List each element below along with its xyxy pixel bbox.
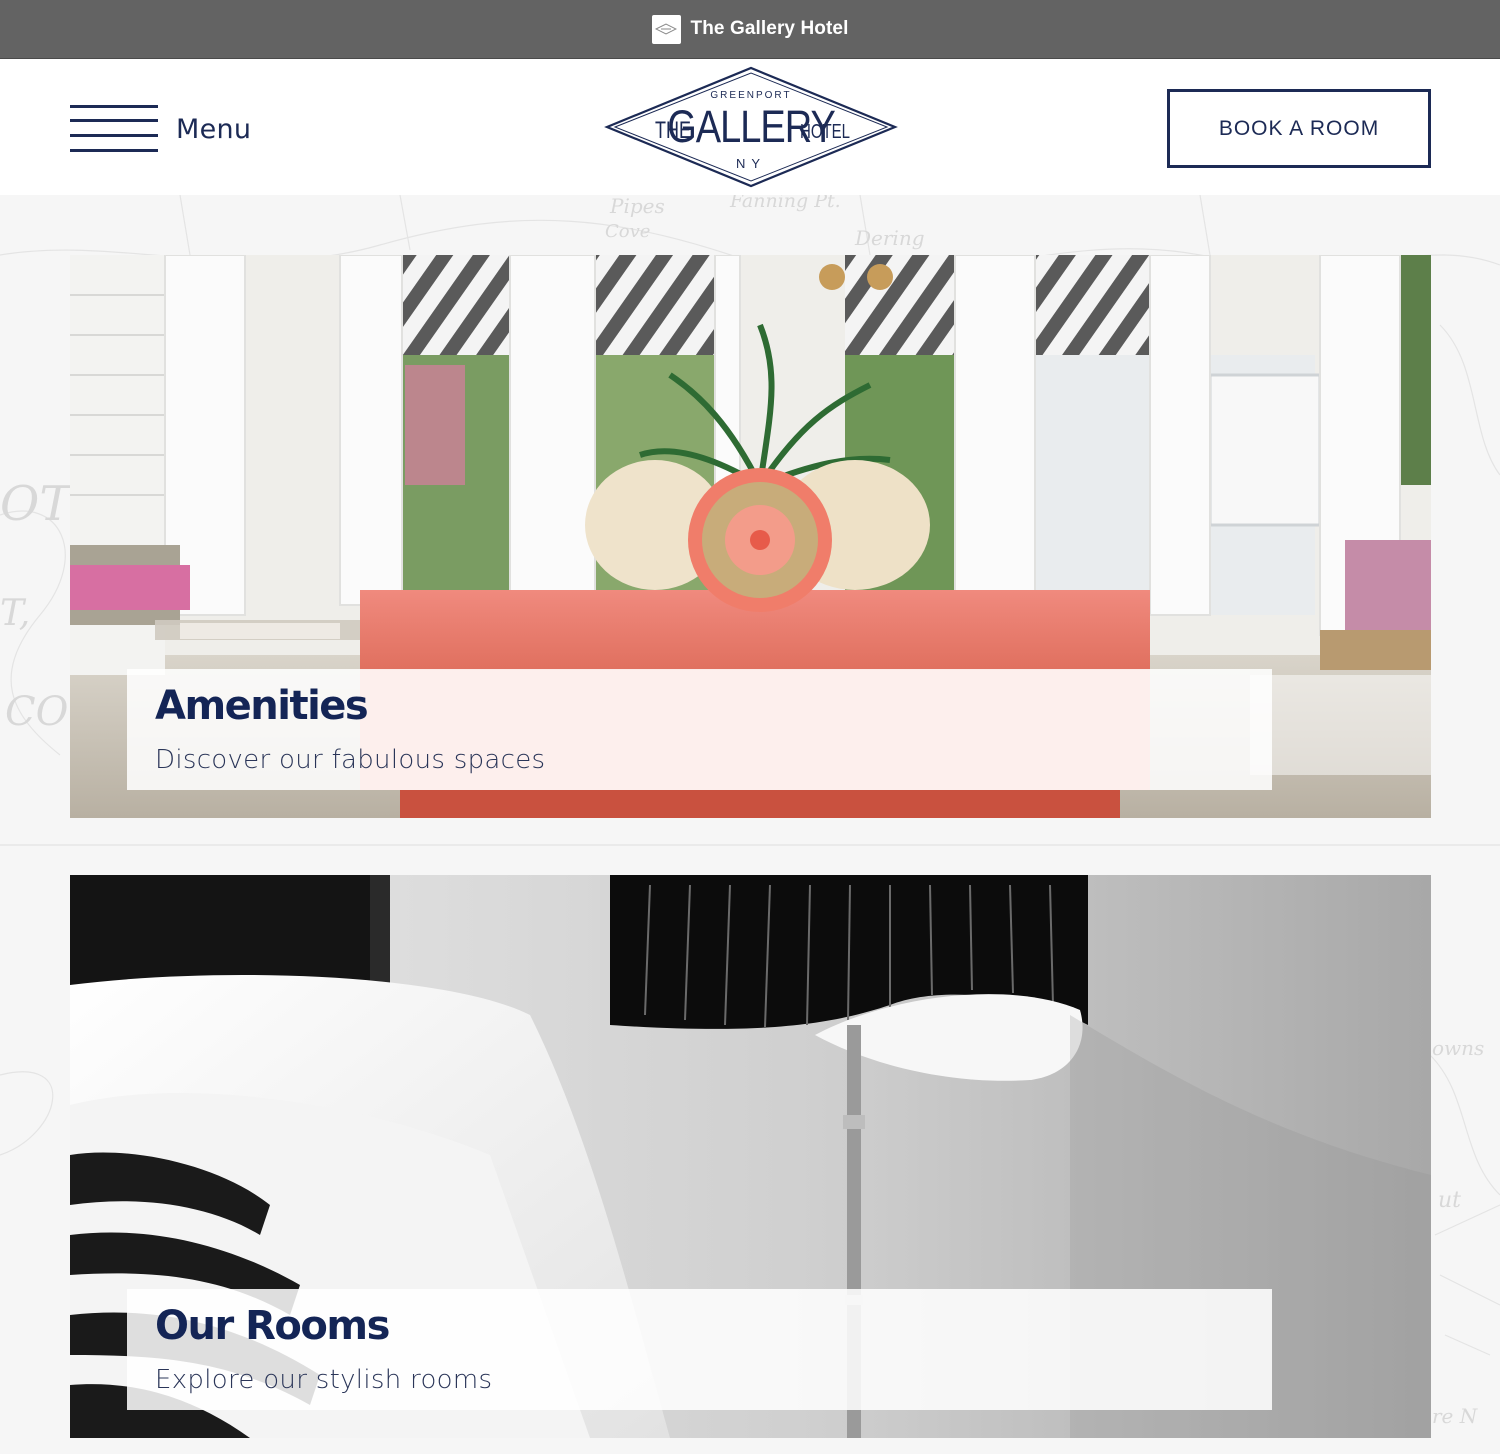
hotel-logo[interactable]: GREENPORT THE GALLERY HOTEL NY	[603, 64, 899, 190]
map-label: Cove	[605, 221, 650, 242]
menu-button[interactable]: Menu	[70, 104, 251, 154]
logo-top-text: GREENPORT	[710, 90, 791, 101]
hotel-favicon-icon	[651, 14, 681, 44]
browser-titlebar: The Gallery Hotel	[0, 0, 1500, 59]
rooms-title: Our Rooms	[155, 1303, 390, 1349]
rooms-card[interactable]: Our Rooms Explore our stylish rooms	[70, 875, 1431, 1438]
amenities-subtitle: Discover our fabulous spaces	[155, 745, 546, 775]
amenities-card[interactable]: Amenities Discover our fabulous spaces	[70, 255, 1431, 818]
rooms-subtitle: Explore our stylish rooms	[155, 1365, 493, 1395]
map-label: Pipes	[609, 195, 665, 218]
book-a-room-button[interactable]: BOOK A ROOM	[1167, 89, 1431, 168]
map-label: Fanning Pt.	[729, 195, 841, 212]
map-label: T,	[0, 593, 30, 634]
map-label: re N	[1432, 1404, 1479, 1428]
map-label: ut	[1438, 1188, 1461, 1213]
hamburger-icon	[70, 105, 158, 153]
site-header: Menu GREENPORT THE GALLERY HOTEL NY BOOK…	[0, 60, 1500, 195]
browser-title: The Gallery Hotel	[690, 18, 849, 39]
map-label: Dering	[854, 226, 925, 250]
menu-label: Menu	[176, 113, 252, 145]
logo-ny-text: NY	[736, 156, 766, 171]
map-label: owns	[1432, 1036, 1484, 1060]
map-label: CO	[5, 689, 68, 735]
logo-hotel-text: HOTEL	[800, 120, 850, 143]
rooms-caption: Our Rooms Explore our stylish rooms	[127, 1289, 1272, 1410]
amenities-caption: Amenities Discover our fabulous spaces	[127, 669, 1272, 790]
amenities-title: Amenities	[155, 683, 369, 729]
